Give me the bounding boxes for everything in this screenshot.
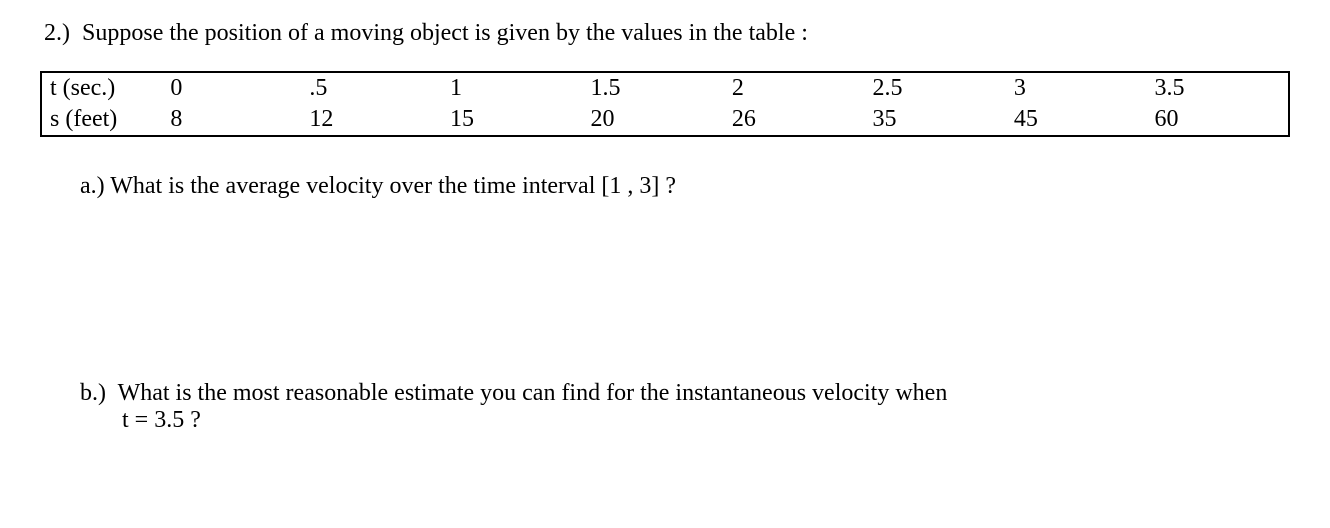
table-row: t (sec.) 0 .5 1 1.5 2 2.5 3 3.5	[41, 72, 1289, 104]
cell-value: 3	[1006, 72, 1147, 104]
part-b-label: b.)	[80, 380, 106, 407]
cell-value: 8	[162, 104, 301, 136]
cell-value: 0	[162, 72, 301, 104]
part-b: b.) What is the most reasonable estimate…	[80, 380, 1290, 434]
problem-number: 2.)	[44, 20, 70, 46]
cell-value: 3.5	[1147, 72, 1290, 104]
part-b-line1: What is the most reasonable estimate you…	[118, 380, 948, 406]
cell-value: 45	[1006, 104, 1147, 136]
problem-intro: 2.) Suppose the position of a moving obj…	[44, 20, 1290, 47]
cell-value: 1.5	[583, 72, 724, 104]
part-a: a.) What is the average velocity over th…	[80, 173, 1290, 200]
cell-value: 15	[442, 104, 583, 136]
cell-value: 1	[442, 72, 583, 104]
cell-value: 26	[724, 104, 865, 136]
part-b-line2: t = 3.5 ?	[122, 407, 1290, 434]
cell-value: 60	[1147, 104, 1290, 136]
problem-intro-text: Suppose the position of a moving object …	[82, 20, 808, 46]
cell-value: .5	[301, 72, 442, 104]
table-row: s (feet) 8 12 15 20 26 35 45 60	[41, 104, 1289, 136]
cell-value: 2	[724, 72, 865, 104]
cell-value: 20	[583, 104, 724, 136]
row-label-t: t (sec.)	[41, 72, 162, 104]
cell-value: 35	[865, 104, 1006, 136]
data-table: t (sec.) 0 .5 1 1.5 2 2.5 3 3.5 s (feet)…	[40, 71, 1290, 137]
row-label-s: s (feet)	[41, 104, 162, 136]
part-a-label: a.)	[80, 173, 105, 200]
cell-value: 12	[301, 104, 442, 136]
part-a-text: What is the average velocity over the ti…	[110, 173, 676, 199]
cell-value: 2.5	[865, 72, 1006, 104]
